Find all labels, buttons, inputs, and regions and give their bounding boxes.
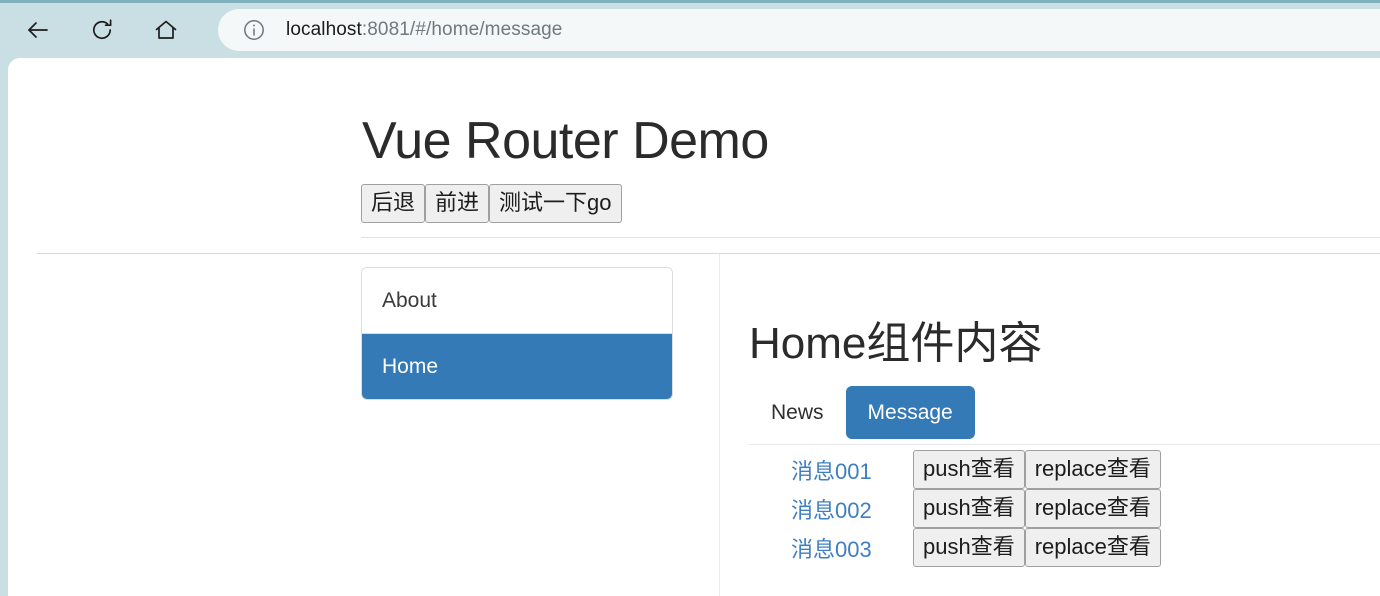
list-item: 消息002 push查看 replace查看: [791, 489, 1161, 528]
page-content: Vue Router Demo 后退 前进 测试一下go About Home …: [8, 58, 1380, 596]
message-actions: push查看 replace查看: [913, 489, 1161, 528]
go-test-router-button[interactable]: 测试一下go: [489, 184, 622, 223]
message-link-002[interactable]: 消息002: [791, 493, 911, 525]
replace-view-button-002[interactable]: replace查看: [1024, 489, 1161, 528]
message-actions: push查看 replace查看: [913, 528, 1161, 567]
home-button[interactable]: [144, 8, 188, 52]
header-divider: [361, 237, 1380, 238]
sidebar: About Home: [361, 267, 673, 400]
sidebar-item-home[interactable]: Home: [362, 334, 672, 399]
browser-nav-buttons: [16, 8, 188, 52]
address-bar[interactable]: localhost:8081/#/home/message: [218, 9, 1380, 51]
back-router-button[interactable]: 后退: [361, 184, 426, 223]
page-title: Vue Router Demo: [362, 112, 769, 170]
sidebar-list-group: About Home: [361, 267, 673, 400]
url-path: :8081/#/home/message: [361, 19, 563, 40]
replace-view-button-001[interactable]: replace查看: [1024, 450, 1161, 489]
push-view-button-002[interactable]: push查看: [913, 489, 1025, 528]
list-item: 消息003 push查看 replace查看: [791, 528, 1161, 567]
chrome-top-divider: [0, 0, 1380, 3]
home-icon: [153, 17, 179, 43]
arrow-left-icon: [24, 16, 52, 44]
tab-divider: [749, 444, 1380, 445]
sidebar-item-about[interactable]: About: [362, 268, 672, 334]
page-viewport: Vue Router Demo 后退 前进 测试一下go About Home …: [8, 58, 1380, 596]
tab-message[interactable]: Message: [845, 386, 975, 439]
reload-button[interactable]: [80, 8, 124, 52]
message-link-001[interactable]: 消息001: [791, 454, 911, 486]
main-heading: Home组件内容: [749, 319, 1043, 368]
replace-view-button-003[interactable]: replace查看: [1024, 528, 1161, 567]
back-button[interactable]: [16, 8, 60, 52]
main-panel: Home组件内容 News Message 消息001 push查看 repla…: [719, 254, 1380, 596]
message-list: 消息001 push查看 replace查看 消息002 push查看 repl…: [749, 450, 1161, 567]
url-text: localhost:8081/#/home/message: [286, 19, 562, 41]
url-host: localhost: [286, 19, 362, 40]
panel-bottom-divider: [37, 253, 1380, 254]
list-item: 消息001 push查看 replace查看: [791, 450, 1161, 489]
tab-news[interactable]: News: [749, 386, 846, 439]
message-actions: push查看 replace查看: [913, 450, 1161, 489]
push-view-button-003[interactable]: push查看: [913, 528, 1025, 567]
forward-router-button[interactable]: 前进: [425, 184, 490, 223]
reload-icon: [89, 17, 115, 43]
tab-bar: News Message: [749, 386, 975, 439]
push-view-button-001[interactable]: push查看: [913, 450, 1025, 489]
info-circle-icon[interactable]: [242, 18, 266, 42]
browser-chrome: localhost:8081/#/home/message: [0, 0, 1380, 58]
message-link-003[interactable]: 消息003: [791, 532, 911, 564]
router-nav-buttons: 后退 前进 测试一下go: [361, 184, 622, 223]
